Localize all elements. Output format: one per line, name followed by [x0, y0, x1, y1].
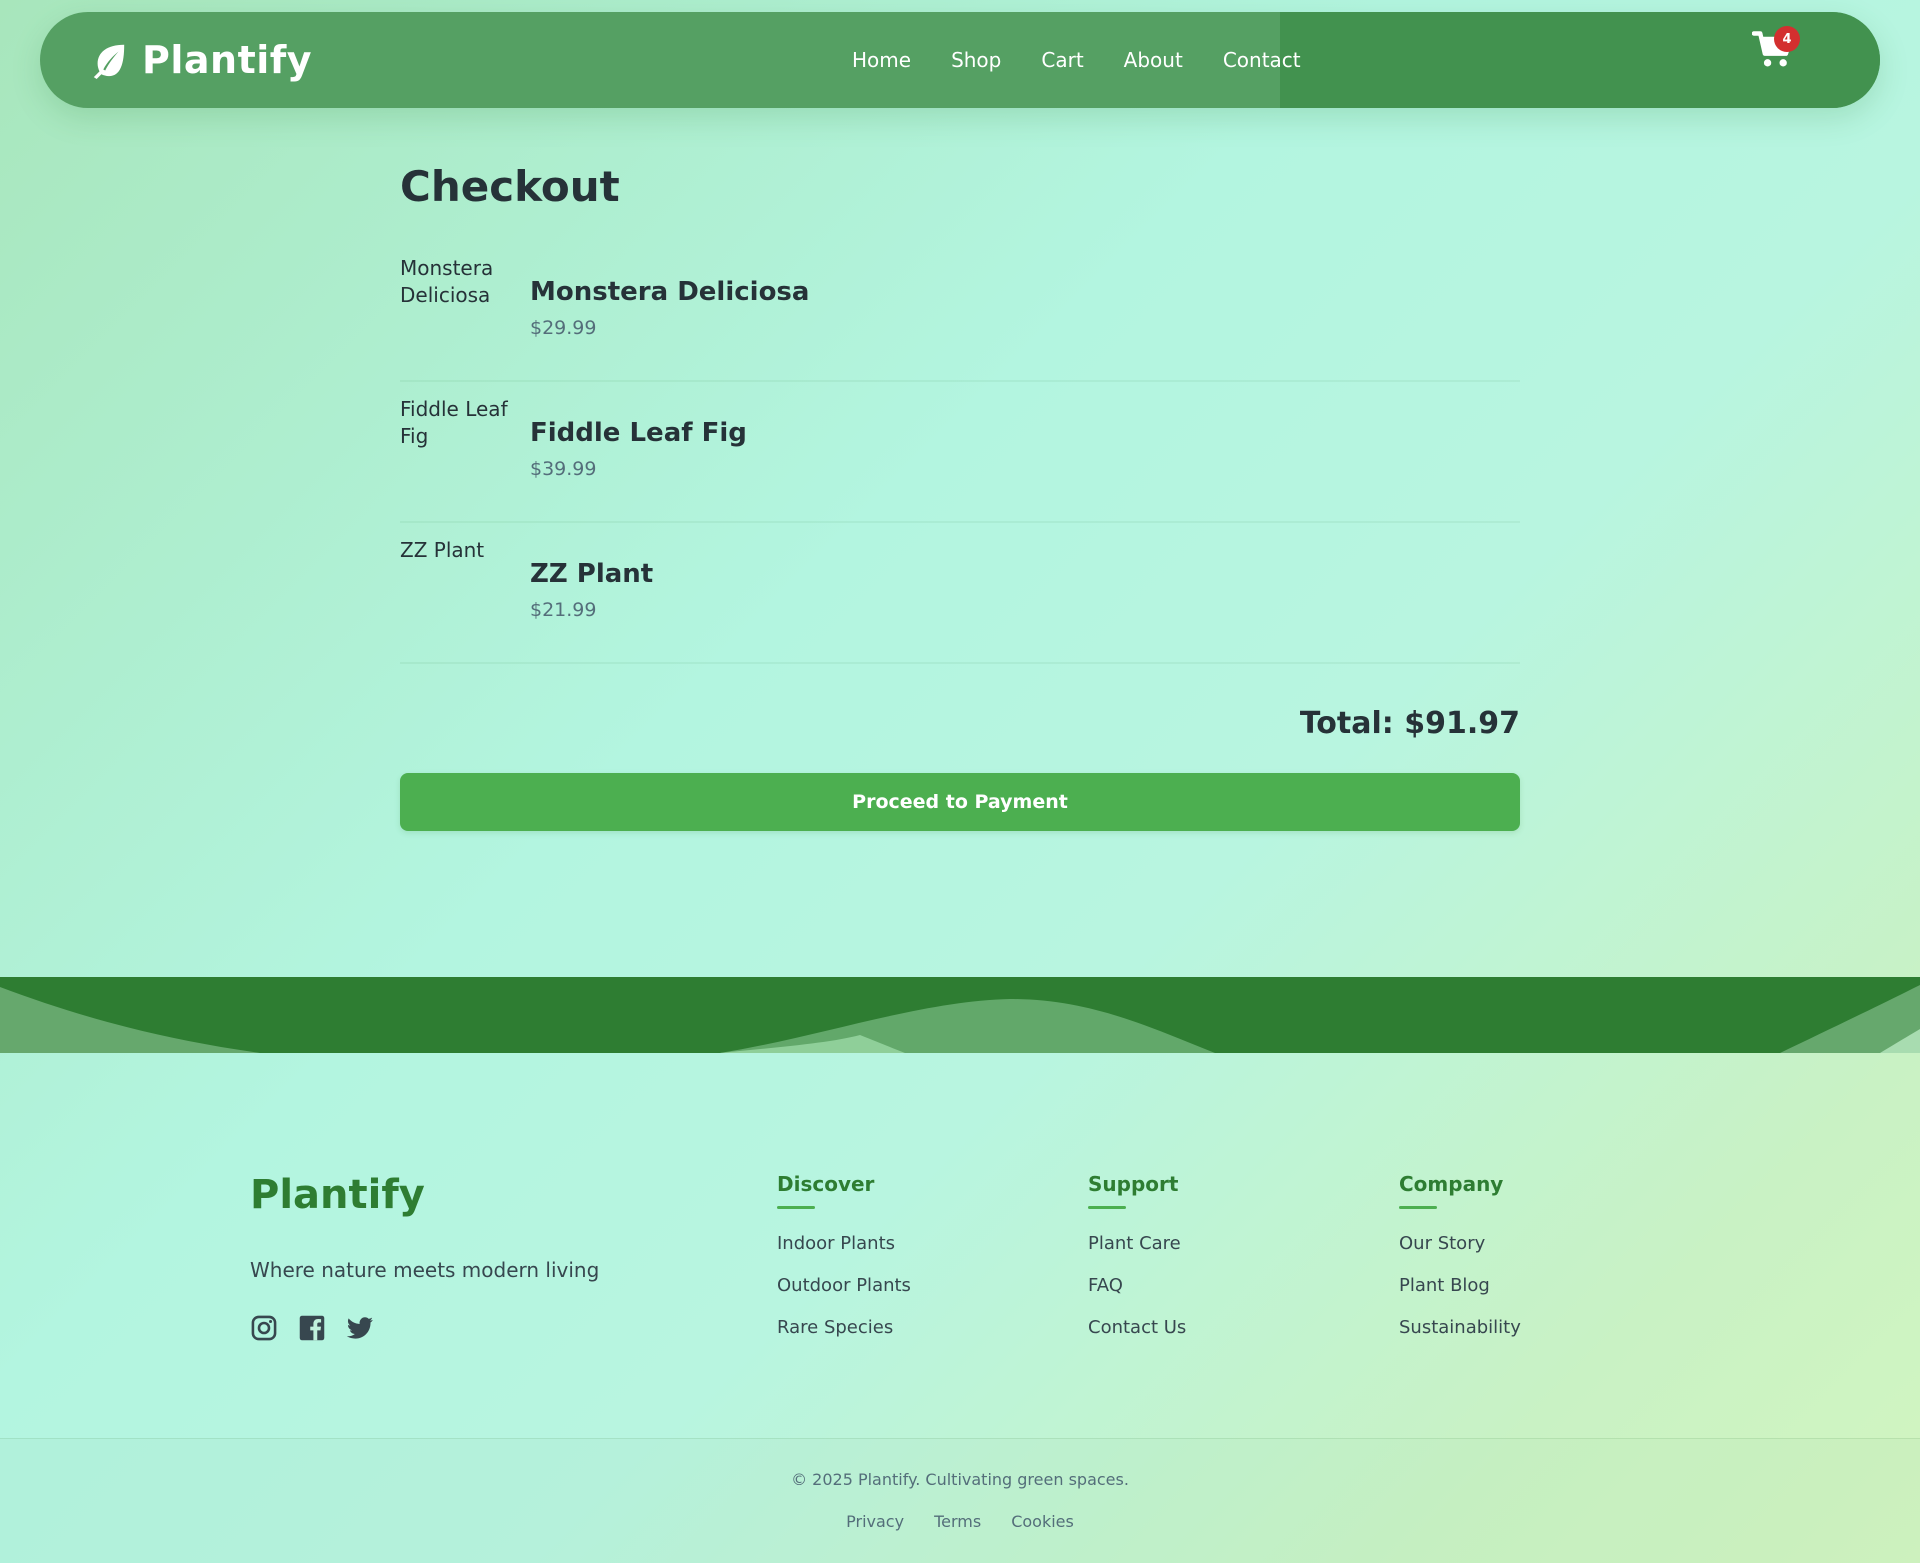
- facebook-icon[interactable]: [298, 1314, 326, 1342]
- item-image-placeholder: Fiddle Leaf Fig: [400, 397, 508, 448]
- nav-links: Home Shop Cart About Contact: [852, 12, 1301, 108]
- checkout-section: Checkout Monstera Deliciosa Monstera Del…: [400, 150, 1520, 831]
- nav-link-cart[interactable]: Cart: [1041, 48, 1083, 72]
- footer-link[interactable]: FAQ: [1088, 1275, 1186, 1296]
- item-price: $29.99: [530, 317, 597, 339]
- page-title: Checkout: [400, 162, 620, 211]
- legal-link-cookies[interactable]: Cookies: [1011, 1512, 1074, 1531]
- proceed-to-payment-button[interactable]: Proceed to Payment: [400, 773, 1520, 831]
- footer-bottom-bar: [0, 1438, 1920, 1563]
- cart-items: Monstera Deliciosa Monstera Deliciosa $2…: [400, 241, 1520, 664]
- footer-wave-divider: [0, 977, 1920, 1053]
- footer-column-support: Support Plant Care FAQ Contact Us: [1088, 1172, 1186, 1359]
- title-underline: [1399, 1206, 1437, 1209]
- item-image-placeholder: Monstera Deliciosa: [400, 256, 494, 307]
- item-name: Monstera Deliciosa: [530, 277, 810, 307]
- footer-column-title: Support: [1088, 1172, 1179, 1196]
- footer-links: Indoor Plants Outdoor Plants Rare Specie…: [777, 1233, 911, 1338]
- footer-column-title: Discover: [777, 1172, 875, 1196]
- nav-link-home[interactable]: Home: [852, 48, 911, 72]
- cart-item: Fiddle Leaf Fig Fiddle Leaf Fig $39.99: [400, 382, 1520, 523]
- instagram-icon[interactable]: [250, 1314, 278, 1342]
- item-info: Monstera Deliciosa $29.99: [530, 255, 809, 380]
- brand[interactable]: Plantify: [90, 32, 312, 88]
- leaf-icon: [93, 44, 125, 79]
- footer-brand: Plantify Where nature meets modern livin…: [250, 1172, 599, 1342]
- footer-link[interactable]: Indoor Plants: [777, 1233, 911, 1254]
- item-info: Fiddle Leaf Fig $39.99: [530, 396, 747, 521]
- item-info: ZZ Plant $21.99: [530, 537, 653, 662]
- cart-count-badge: 4: [1774, 26, 1800, 52]
- legal-link-terms[interactable]: Terms: [934, 1512, 981, 1531]
- navbar: Plantify Home Shop Cart About Contact: [40, 12, 1880, 108]
- item-image-placeholder: ZZ Plant: [400, 538, 485, 562]
- footer-link[interactable]: Rare Species: [777, 1317, 911, 1338]
- footer-link[interactable]: Outdoor Plants: [777, 1275, 911, 1296]
- footer-links: Plant Care FAQ Contact Us: [1088, 1233, 1186, 1338]
- item-price: $39.99: [530, 458, 597, 480]
- copyright-text: © 2025 Plantify. Cultivating green space…: [791, 1470, 1129, 1489]
- title-underline: [1088, 1206, 1126, 1209]
- footer-column-title: Company: [1399, 1172, 1504, 1196]
- footer-column-discover: Discover Indoor Plants Outdoor Plants Ra…: [777, 1172, 911, 1359]
- order-total: Total: $91.97: [1299, 706, 1520, 741]
- total-row: Total: $91.97: [400, 706, 1520, 741]
- footer-link[interactable]: Plant Blog: [1399, 1275, 1521, 1296]
- footer-link[interactable]: Sustainability: [1399, 1317, 1521, 1338]
- footer-tagline: Where nature meets modern living: [250, 1258, 600, 1282]
- nav-link-contact[interactable]: Contact: [1223, 48, 1301, 72]
- social-links: [250, 1314, 599, 1342]
- cart-item: ZZ Plant ZZ Plant $21.99: [400, 523, 1520, 664]
- nav-link-about[interactable]: About: [1124, 48, 1183, 72]
- footer-link[interactable]: Our Story: [1399, 1233, 1521, 1254]
- footer-links: Our Story Plant Blog Sustainability: [1399, 1233, 1521, 1338]
- cart-item: Monstera Deliciosa Monstera Deliciosa $2…: [400, 241, 1520, 382]
- nav-link-shop[interactable]: Shop: [951, 48, 1001, 72]
- footer-link[interactable]: Plant Care: [1088, 1233, 1186, 1254]
- legal-links: Privacy Terms Cookies: [0, 1512, 1920, 1531]
- title-underline: [777, 1206, 815, 1209]
- footer-logo[interactable]: Plantify: [250, 1172, 599, 1218]
- footer-link[interactable]: Contact Us: [1088, 1317, 1186, 1338]
- legal-link-privacy[interactable]: Privacy: [846, 1512, 904, 1531]
- item-name: ZZ Plant: [530, 559, 654, 589]
- brand-name: Plantify: [142, 38, 313, 82]
- twitter-icon[interactable]: [346, 1314, 374, 1342]
- item-name: Fiddle Leaf Fig: [530, 418, 747, 448]
- item-price: $21.99: [530, 599, 597, 621]
- footer-column-company: Company Our Story Plant Blog Sustainabil…: [1399, 1172, 1521, 1359]
